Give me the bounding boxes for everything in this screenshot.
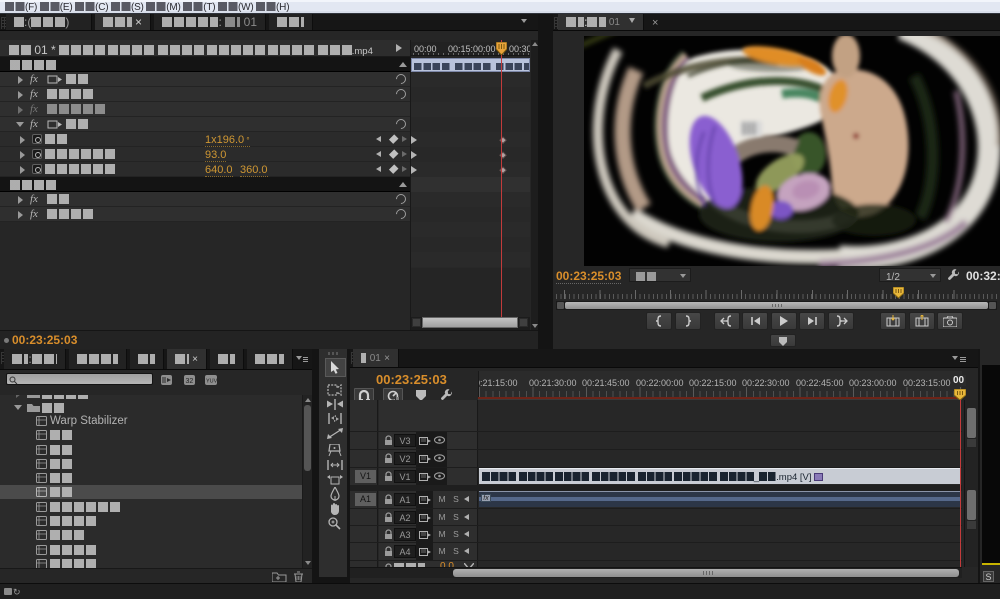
svg-text:YUV: YUV	[206, 379, 218, 385]
svg-text:32: 32	[186, 378, 194, 385]
